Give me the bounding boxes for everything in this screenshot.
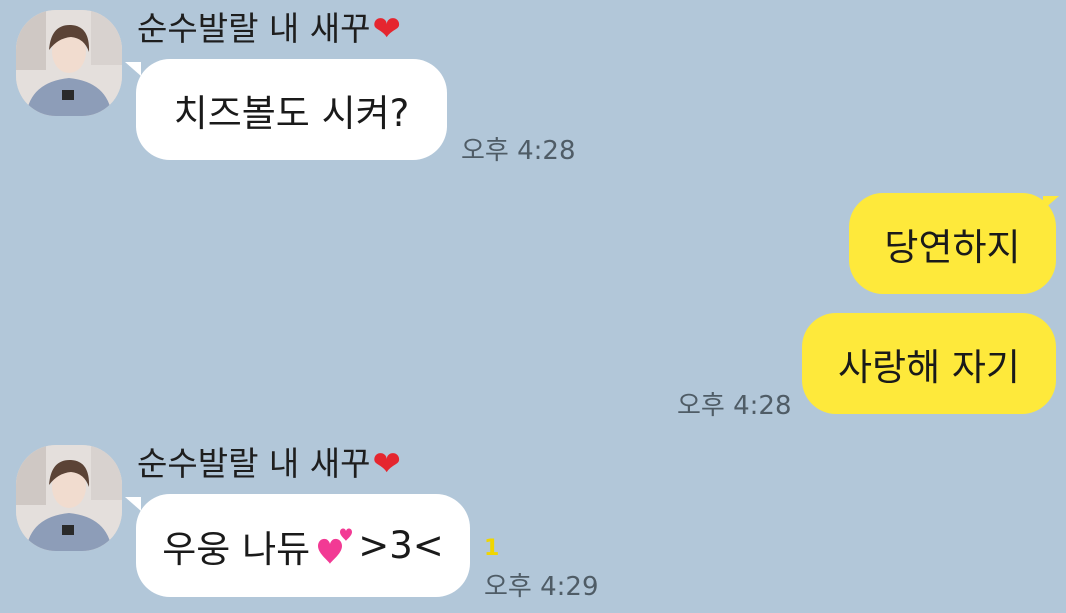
sender-name-text: 순수발랄 내 새꾸 — [137, 444, 371, 483]
message-text-part: >3< — [358, 524, 444, 567]
profile-photo-icon — [16, 445, 122, 551]
sender-name-text: 순수발랄 내 새꾸 — [137, 9, 371, 48]
sender-name: 순수발랄 내 새꾸❤ — [137, 444, 401, 484]
message-text: 치즈볼도 시켜? — [173, 91, 410, 135]
message-timestamp: 오후 4:29 — [484, 572, 599, 602]
sender-avatar[interactable] — [16, 445, 122, 551]
incoming-message-bubble[interactable]: 우웅 나듀 >3< — [136, 494, 470, 597]
unread-count: 1 — [484, 536, 500, 561]
sender-name: 순수발랄 내 새꾸❤ — [137, 9, 401, 49]
outgoing-message-bubble[interactable]: 당연하지 — [849, 193, 1056, 294]
bubble-tail — [125, 62, 141, 76]
message-timestamp: 오후 4:28 — [677, 391, 792, 421]
profile-photo-icon — [16, 10, 122, 116]
message-text-part: 우웅 나듀 — [162, 527, 311, 571]
outgoing-message-bubble[interactable]: 사랑해 자기 — [802, 313, 1056, 414]
sender-avatar[interactable] — [16, 10, 122, 116]
heart-emoji-icon: ❤ — [372, 9, 402, 49]
two-hearts-icon — [318, 527, 353, 564]
bubble-tail — [125, 497, 141, 511]
incoming-message-bubble[interactable]: 치즈볼도 시켜? — [136, 59, 447, 160]
heart-emoji-icon: ❤ — [372, 444, 402, 484]
message-timestamp: 오후 4:28 — [461, 136, 576, 166]
message-text: 당연하지 — [884, 225, 1021, 269]
message-text: 사랑해 자기 — [838, 345, 1020, 389]
